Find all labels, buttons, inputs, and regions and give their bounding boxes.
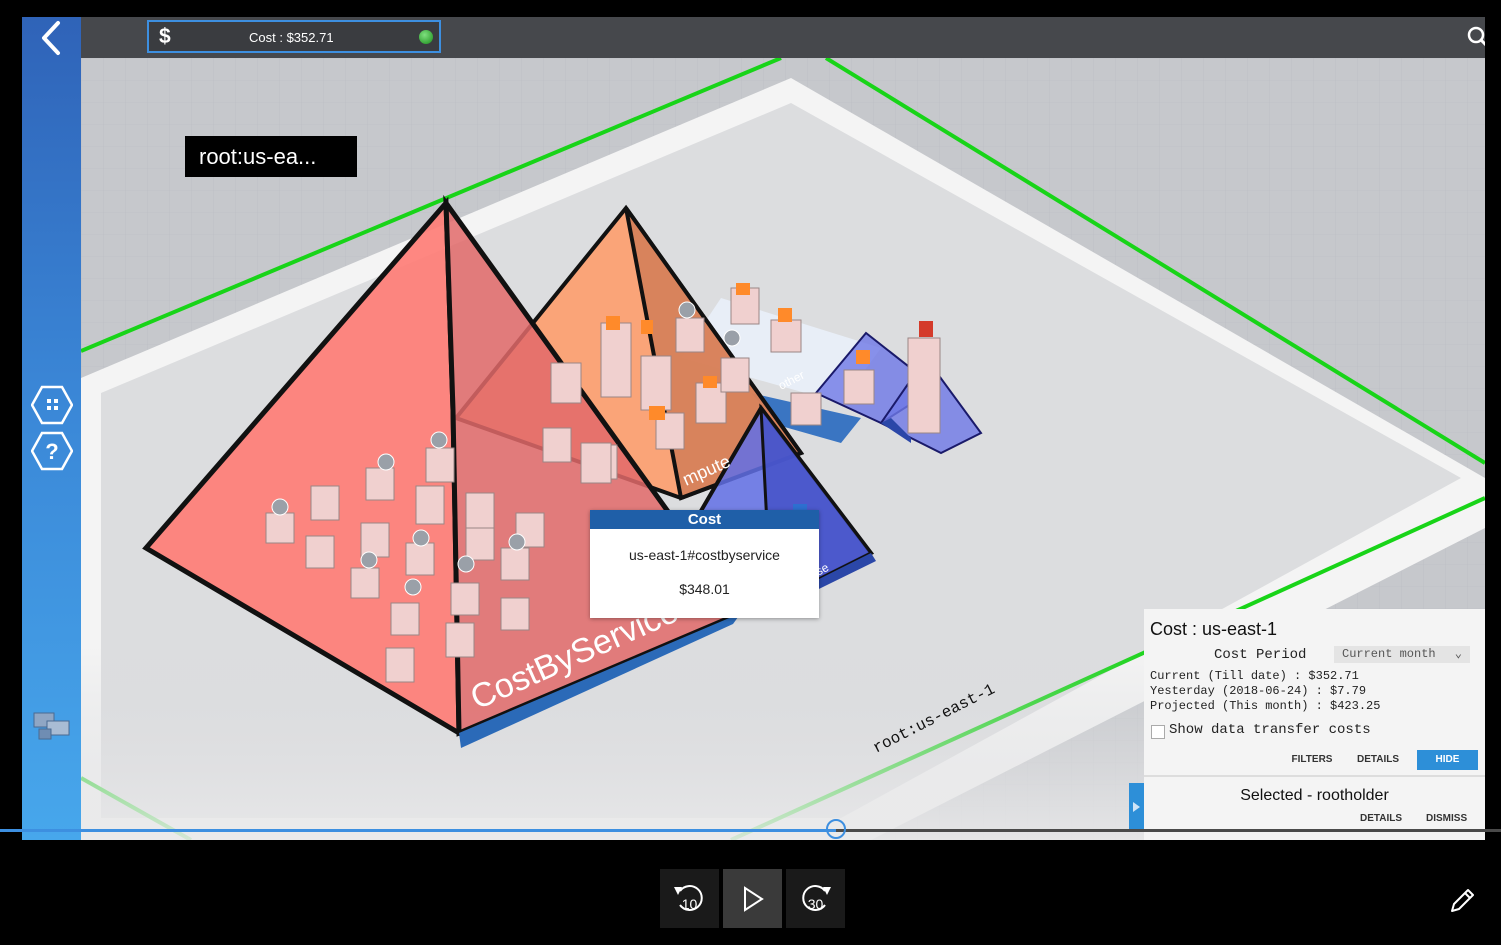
app-window: ? $ Cost : $352.71 CostByService mpute o… bbox=[22, 17, 1485, 840]
status-dot-icon bbox=[419, 30, 433, 44]
panel-divider bbox=[1144, 775, 1485, 777]
selected-details-button[interactable]: DETAILS bbox=[1360, 813, 1402, 824]
rewind-button[interactable]: 10 bbox=[660, 869, 719, 928]
details-button[interactable]: DETAILS bbox=[1352, 750, 1404, 770]
panel-title: Cost : us-east-1 bbox=[1150, 619, 1278, 639]
svg-text:?: ? bbox=[45, 439, 58, 464]
cost-summary-label: Cost : $352.71 bbox=[249, 30, 334, 45]
selected-node-title: Selected - rootholder bbox=[1240, 787, 1389, 804]
filters-button[interactable]: FILTERS bbox=[1286, 750, 1338, 770]
pencil-icon[interactable] bbox=[1446, 885, 1478, 917]
chevron-down-icon: ⌄ bbox=[1454, 647, 1462, 661]
forward-seconds: 30 bbox=[807, 896, 824, 912]
chevron-right-icon bbox=[1133, 802, 1140, 812]
hide-button[interactable]: HIDE bbox=[1417, 750, 1478, 770]
apps-hexagon-icon[interactable] bbox=[31, 385, 73, 425]
show-transfer-checkbox[interactable] bbox=[1151, 725, 1165, 739]
dismiss-button[interactable]: DISMISS bbox=[1426, 813, 1467, 824]
video-progress-bar[interactable] bbox=[0, 819, 1501, 839]
forward-button[interactable]: 30 bbox=[786, 869, 845, 928]
cost-tooltip: Cost us-east-1#costbyservice $348.01 bbox=[590, 510, 819, 618]
rewind-seconds: 10 bbox=[681, 896, 698, 912]
cost-summary-box[interactable]: $ Cost : $352.71 bbox=[147, 20, 441, 53]
show-transfer-label: Show data transfer costs bbox=[1169, 722, 1371, 738]
tooltip-title: Cost bbox=[590, 510, 819, 529]
progress-fill bbox=[0, 829, 836, 832]
search-icon[interactable] bbox=[1466, 25, 1485, 51]
root-node-label: root:us-ea... bbox=[185, 136, 357, 177]
cost-period-select[interactable]: Current month ⌄ bbox=[1334, 646, 1470, 663]
cost-yesterday-row: Yesterday (2018-06-24) : $7.79 bbox=[1150, 684, 1367, 698]
tooltip-node-name: us-east-1#costbyservice bbox=[629, 547, 780, 563]
settings-blocks-icon[interactable] bbox=[31, 705, 73, 745]
help-hexagon-icon[interactable]: ? bbox=[31, 431, 73, 471]
cost-period-label: Cost Period bbox=[1214, 647, 1307, 663]
play-button[interactable] bbox=[723, 869, 782, 928]
back-icon[interactable] bbox=[32, 19, 72, 57]
dollar-icon: $ bbox=[159, 25, 171, 48]
cost-details-panel: Cost : us-east-1 Cost Period Current mon… bbox=[1144, 609, 1485, 840]
play-icon bbox=[744, 886, 764, 912]
cost-projected-row: Projected (This month) : $423.25 bbox=[1150, 699, 1381, 713]
cost-current-row: Current (Till date) : $352.71 bbox=[1150, 669, 1359, 683]
left-sidebar: ? bbox=[22, 17, 81, 840]
top-bar: $ Cost : $352.71 bbox=[81, 17, 1485, 58]
progress-scrubber-handle[interactable] bbox=[826, 819, 846, 839]
panel-toggle-button[interactable] bbox=[1129, 783, 1144, 831]
cost-period-value: Current month bbox=[1342, 647, 1436, 661]
tooltip-cost-value: $348.01 bbox=[679, 581, 730, 597]
